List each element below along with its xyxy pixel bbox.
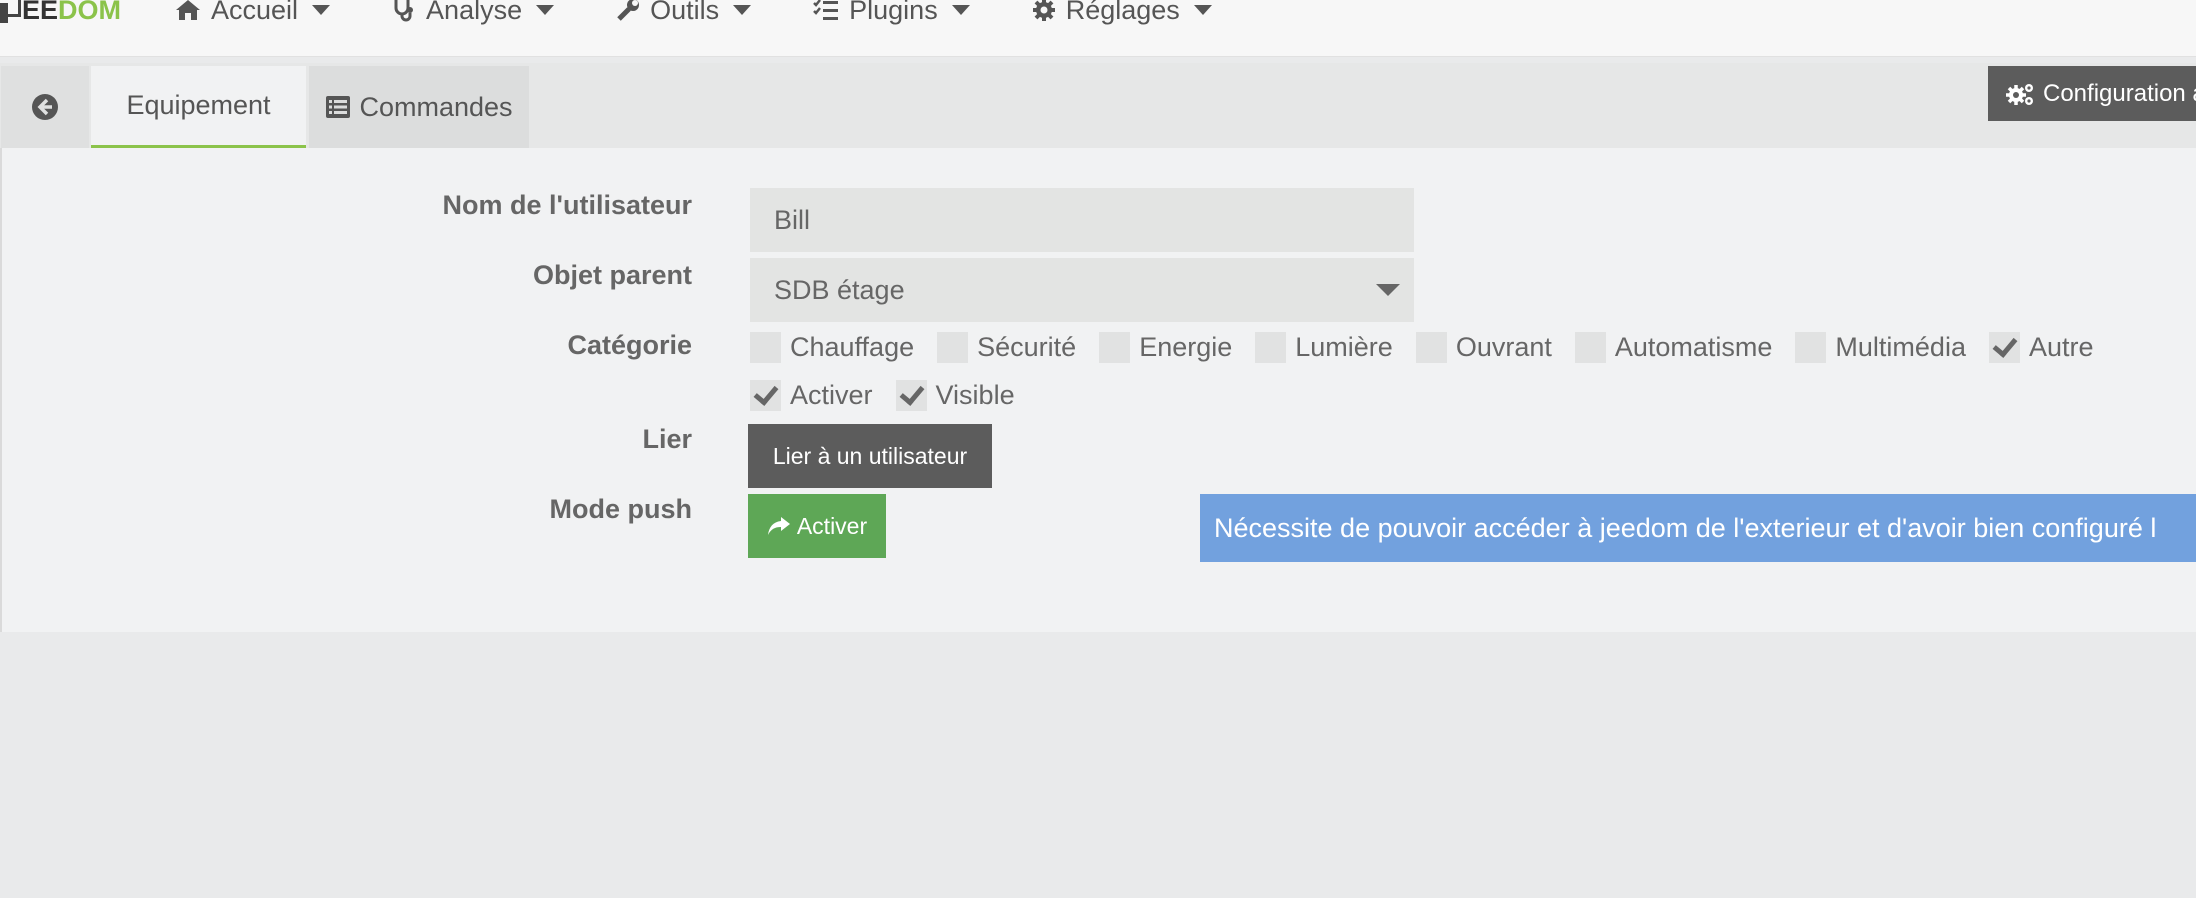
- menu-plugins-label: Plugins: [849, 0, 938, 25]
- checkbox-box[interactable]: [750, 332, 781, 363]
- checkbox-box[interactable]: [1574, 332, 1606, 363]
- user-name-label: Nom de l'utilisateur: [442, 190, 692, 220]
- checkbox-box[interactable]: [1415, 332, 1447, 363]
- top-navbar: EE DOM Accueil Analyse Outils Plugins Rég…: [0, 0, 2196, 57]
- checkbox-label: Sécurité: [977, 332, 1077, 362]
- checkbox-box[interactable]: [1255, 332, 1287, 363]
- checkbox-label: Multimédia: [1835, 332, 1966, 362]
- checkbox-box[interactable]: [1099, 332, 1131, 363]
- state-checkboxes: Activer Visible: [750, 380, 1038, 411]
- parent-object-value: SDB étage: [774, 274, 905, 305]
- user-name-value: Bill: [774, 204, 811, 235]
- main-menu: Accueil Analyse Outils Plugins Réglages: [175, 0, 1274, 30]
- link-user-button[interactable]: Lier à un utilisateur: [748, 424, 992, 488]
- push-mode-label: Mode push: [549, 494, 693, 524]
- wrench-icon: [617, 0, 640, 21]
- checkbox-box[interactable]: [750, 380, 781, 411]
- checkbox-box[interactable]: [1795, 332, 1827, 363]
- chevron-down-icon: [312, 5, 331, 15]
- category-chauffage-checkbox[interactable]: Chauffage: [750, 332, 914, 363]
- link-label: Lier: [642, 424, 692, 454]
- parent-object-select[interactable]: SDB étage: [750, 258, 1414, 322]
- menu-accueil[interactable]: Accueil: [175, 0, 331, 26]
- checkbox-label: Energie: [1139, 332, 1233, 362]
- tasks-icon: [813, 0, 839, 20]
- parent-object-label: Objet parent: [532, 260, 692, 290]
- home-icon: [176, 0, 200, 20]
- checkbox-label: Ouvrant: [1455, 332, 1552, 362]
- logo-text-prefix: EE: [22, 0, 59, 25]
- category-autre-checkbox[interactable]: Autre: [1988, 332, 2094, 363]
- checkbox-label: Activer: [790, 380, 873, 410]
- category-multimedia-checkbox[interactable]: Multimédia: [1795, 332, 1966, 363]
- checkbox-box[interactable]: [895, 380, 927, 411]
- logo-text-suffix: DOM: [58, 0, 122, 25]
- category-energie-checkbox[interactable]: Energie: [1099, 332, 1232, 363]
- tab-equipement-label: Equipement: [126, 90, 271, 120]
- menu-reglages-label: Réglages: [1065, 0, 1180, 25]
- category-label: Catégorie: [567, 330, 692, 360]
- tab-commandes[interactable]: Commandes: [309, 66, 529, 148]
- gears-icon: [2006, 83, 2033, 105]
- menu-accueil-label: Accueil: [211, 0, 299, 25]
- jeedom-logo[interactable]: EE DOM: [0, 0, 121, 30]
- tab-commandes-label: Commandes: [359, 91, 513, 122]
- user-name-input[interactable]: Bill: [750, 188, 1414, 252]
- checkbox-label: Chauffage: [790, 332, 915, 362]
- activate-push-button-label: Activer: [796, 512, 868, 539]
- category-lumiere-checkbox[interactable]: Lumière: [1255, 332, 1393, 363]
- tab-bar: Equipement Commandes: [0, 63, 2196, 148]
- activer-checkbox[interactable]: Activer: [750, 380, 873, 411]
- checkbox-label: Visible: [935, 380, 1015, 410]
- chevron-down-icon: [1376, 284, 1400, 296]
- push-info-alert: Nécessite de pouvoir accéder à jeedom de…: [1200, 494, 2196, 562]
- logo-mark-icon: [0, 0, 21, 23]
- tab-equipement[interactable]: Equipement: [91, 66, 306, 148]
- visible-checkbox[interactable]: Visible: [895, 380, 1015, 411]
- chevron-down-icon: [951, 5, 970, 15]
- checkbox-box[interactable]: [937, 332, 969, 363]
- checkbox-label: Automatisme: [1614, 332, 1773, 362]
- stethoscope-icon: [394, 0, 414, 22]
- menu-outils[interactable]: Outils: [616, 0, 752, 26]
- push-info-alert-text: Nécessite de pouvoir accéder à jeedom de…: [1214, 512, 2157, 543]
- checkbox-label: Lumière: [1295, 332, 1393, 362]
- arrow-circle-left-icon: [32, 94, 58, 120]
- chevron-down-icon: [536, 5, 555, 15]
- category-checkboxes: Chauffage Sécurité Energie Lumière Ouvra…: [750, 332, 2117, 363]
- chevron-down-icon: [733, 5, 752, 15]
- chevron-down-icon: [1193, 5, 1212, 15]
- checkbox-label: Autre: [2028, 332, 2094, 362]
- category-automatisme-checkbox[interactable]: Automatisme: [1574, 332, 1773, 363]
- link-user-button-label: Lier à un utilisateur: [772, 442, 968, 469]
- back-button[interactable]: [1, 66, 89, 148]
- category-ouvrant-checkbox[interactable]: Ouvrant: [1415, 332, 1552, 363]
- share-icon: [767, 517, 790, 535]
- list-alt-icon: [326, 96, 351, 118]
- activate-push-button[interactable]: Activer: [748, 494, 886, 558]
- gear-icon: [1032, 0, 1055, 21]
- menu-outils-label: Outils: [650, 0, 720, 25]
- checkbox-box[interactable]: [1988, 332, 2020, 363]
- category-securite-checkbox[interactable]: Sécurité: [937, 332, 1076, 363]
- menu-plugins[interactable]: Plugins: [813, 0, 970, 26]
- menu-analyse[interactable]: Analyse: [392, 0, 555, 26]
- configuration-button-label: Configuration a: [2043, 79, 2196, 107]
- configuration-button[interactable]: Configuration a: [1988, 66, 2196, 121]
- menu-reglages[interactable]: Réglages: [1032, 0, 1212, 26]
- menu-analyse-label: Analyse: [426, 0, 523, 25]
